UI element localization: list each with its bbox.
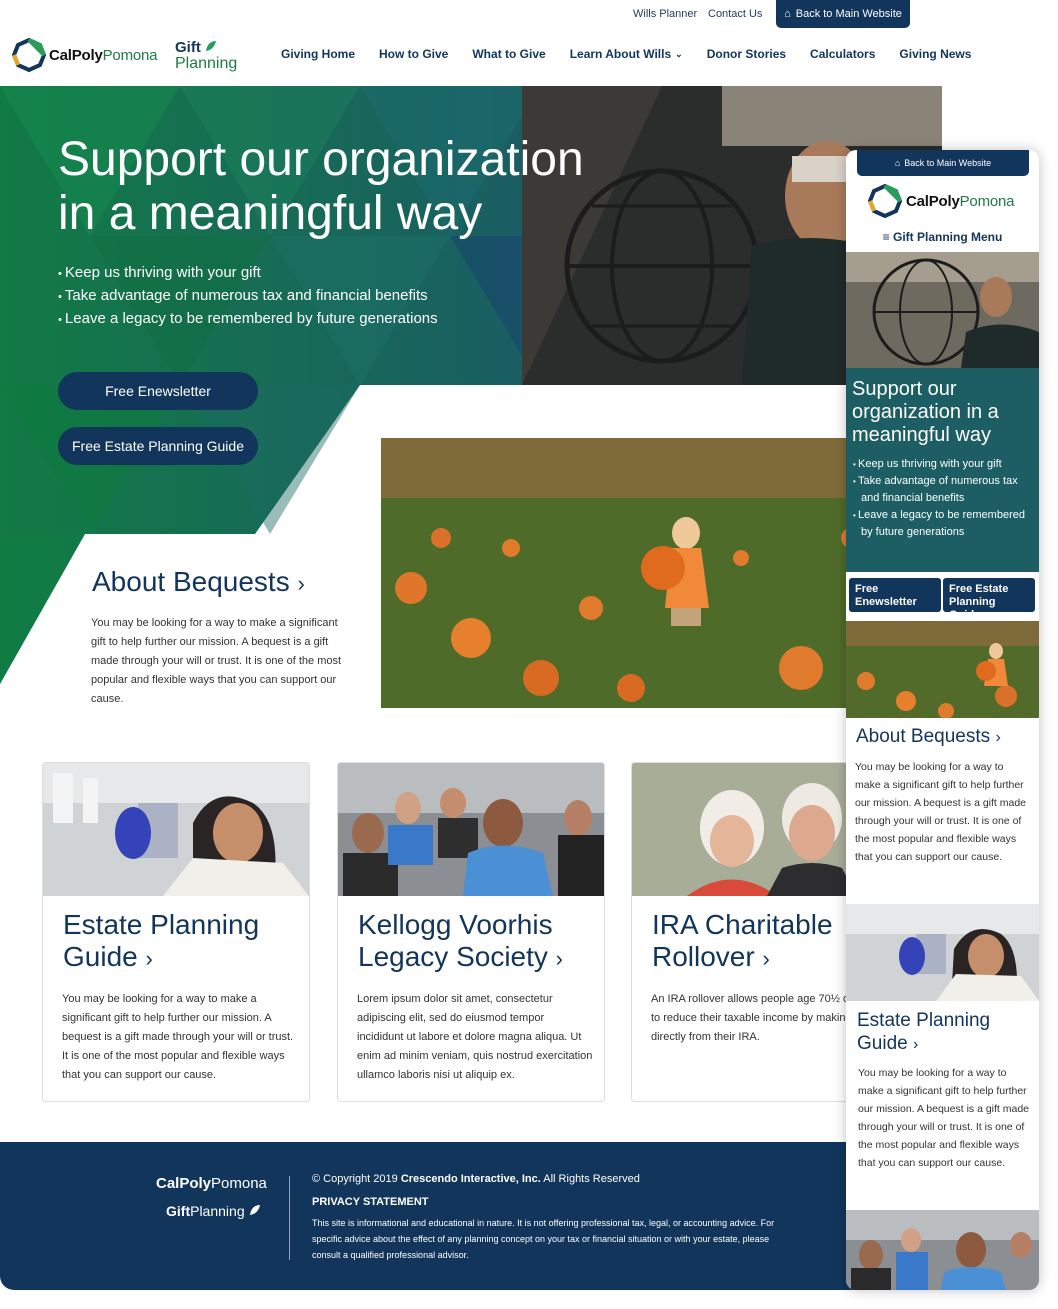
home-icon: ⌂	[784, 8, 791, 20]
mobile-students-photo	[846, 1210, 1039, 1290]
chevron-right-icon: ›	[555, 946, 563, 971]
octagon-logo-icon	[12, 38, 46, 72]
hero-benefit-list: Keep us thriving with your gift Take adv…	[58, 262, 438, 331]
hero-bullet: Take advantage of numerous tax and finan…	[58, 285, 438, 308]
about-bequests-text: You may be looking for a way to make a s…	[91, 617, 342, 705]
chevron-down-icon[interactable]: ⌄	[675, 47, 683, 61]
mobile-about-bequests-link[interactable]: About Bequests ›	[856, 726, 1001, 748]
nav-learn-about-wills[interactable]: Learn About Wills	[570, 47, 671, 61]
mobile-hero-benefit-list: Keep us thriving with your gift Take adv…	[853, 456, 1033, 541]
logo-pomona-text: Pomona	[102, 46, 158, 64]
mobile-free-enewsletter-button[interactable]: Free Enewsletter	[849, 578, 941, 612]
mobile-hero-title: Support our organization in a meaningful…	[852, 378, 999, 446]
hero-bullet: Leave a legacy to be remembered by futur…	[58, 308, 438, 331]
hero-title: Support our organization in a meaningful…	[58, 133, 584, 240]
estate-planning-guide-card[interactable]: Estate Planning Guide › You may be looki…	[42, 762, 310, 1102]
leaf-icon	[249, 1205, 260, 1215]
free-estate-planning-guide-button[interactable]: Free Estate Planning Guide	[58, 427, 258, 465]
mobile-lab-student-photo	[846, 904, 1039, 1001]
mobile-back-to-main-website-button[interactable]: ⌂ Back to Main Website	[857, 150, 1029, 176]
hero-bullet: Take advantage of numerous tax and finan…	[853, 473, 1033, 507]
mobile-pumpkin-photo	[846, 621, 1039, 718]
nav-donor-stories[interactable]: Donor Stories	[707, 47, 786, 61]
footer: CalPolyPomona GiftPlanning © Copyright 2…	[0, 1142, 942, 1290]
octagon-logo-icon	[868, 184, 902, 218]
hero-bullet: Keep us thriving with your gift	[58, 262, 438, 285]
hero-bullet: Keep us thriving with your gift	[853, 456, 1033, 473]
nav-what-to-give[interactable]: What to Give	[472, 47, 545, 61]
nav-calculators[interactable]: Calculators	[810, 47, 875, 61]
mobile-estate-planning-text: You may be looking for a way to make a s…	[858, 1067, 1030, 1169]
free-enewsletter-button[interactable]: Free Enewsletter	[58, 372, 258, 410]
mobile-calpoly-logo[interactable]: CalPolyPomona	[868, 184, 1014, 218]
leaf-icon	[206, 41, 217, 51]
desktop-page: Wills Planner Contact Us ⌂ Back to Main …	[0, 0, 971, 1290]
card-title: Kellogg Voorhis Legacy Society ›	[358, 909, 563, 972]
card-title: Estate Planning Guide ›	[63, 909, 260, 972]
chevron-right-icon: ›	[912, 1036, 919, 1053]
logo-calpoly-text: CalPoly	[49, 46, 103, 64]
footer-divider	[289, 1176, 290, 1260]
main-nav: Giving Home How to Give What to Give Lea…	[281, 47, 971, 61]
footer-giftplanning-logo[interactable]: GiftPlanning	[166, 1203, 261, 1219]
copyright: © Copyright 2019 Crescendo Interactive, …	[312, 1173, 640, 1185]
mobile-hero-photo	[846, 252, 1039, 368]
chevron-right-icon: ›	[297, 571, 305, 596]
wills-planner-link[interactable]: Wills Planner	[633, 8, 697, 20]
students-classroom-photo	[338, 763, 604, 896]
card-text: Lorem ipsum dolor sit amet, consectetur …	[357, 993, 593, 1081]
card-text: You may be looking for a way to make a s…	[62, 993, 294, 1081]
privacy-statement-heading: PRIVACY STATEMENT	[312, 1196, 429, 1208]
disclaimer-text: This site is informational and education…	[312, 1218, 775, 1260]
kellogg-voorhis-legacy-society-card[interactable]: Kellogg Voorhis Legacy Society › Lorem i…	[337, 762, 605, 1102]
mobile-free-estate-planning-guide-button[interactable]: Free Estate Planning Guide	[943, 578, 1035, 621]
home-icon: ⌂	[894, 158, 901, 168]
hamburger-icon: ≡	[882, 230, 890, 244]
mobile-hero-panel: Support our organization in a meaningful…	[846, 368, 1039, 572]
gift-planning-logo[interactable]: Gift Planning	[175, 40, 237, 72]
mobile-estate-planning-guide-link[interactable]: Estate Planning Guide ›	[857, 1009, 1032, 1056]
lab-student-photo	[43, 763, 309, 896]
mobile-preview: ⌂ Back to Main Website CalPolyPomona ≡ G…	[846, 150, 1039, 1290]
about-bequests-title: About Bequests	[92, 566, 290, 597]
contact-us-link[interactable]: Contact Us	[708, 8, 762, 20]
back-to-main-website-button[interactable]: ⌂ Back to Main Website	[776, 0, 910, 28]
chevron-right-icon: ›	[762, 946, 770, 971]
gift-word: Gift	[175, 39, 201, 56]
footer-calpoly-logo[interactable]: CalPolyPomona	[156, 1175, 267, 1192]
nav-giving-news[interactable]: Giving News	[899, 47, 971, 61]
planning-word: Planning	[175, 55, 238, 72]
mobile-cta-buttons: Free Enewsletter Free Estate Planning Gu…	[849, 578, 1035, 621]
nav-how-to-give[interactable]: How to Give	[379, 47, 448, 61]
calpoly-logo[interactable]: CalPolyPomona	[12, 38, 157, 72]
chevron-right-icon: ›	[995, 729, 1001, 746]
gift-planning-menu-button[interactable]: ≡ Gift Planning Menu	[846, 230, 1039, 244]
about-bequests-link[interactable]: About Bequests ›	[92, 566, 305, 598]
hero-bullet: Leave a legacy to be remembered by futur…	[853, 507, 1033, 541]
nav-giving-home[interactable]: Giving Home	[281, 47, 355, 61]
mobile-about-bequests-text: You may be looking for a way to make a s…	[855, 761, 1027, 863]
chevron-right-icon: ›	[145, 946, 153, 971]
